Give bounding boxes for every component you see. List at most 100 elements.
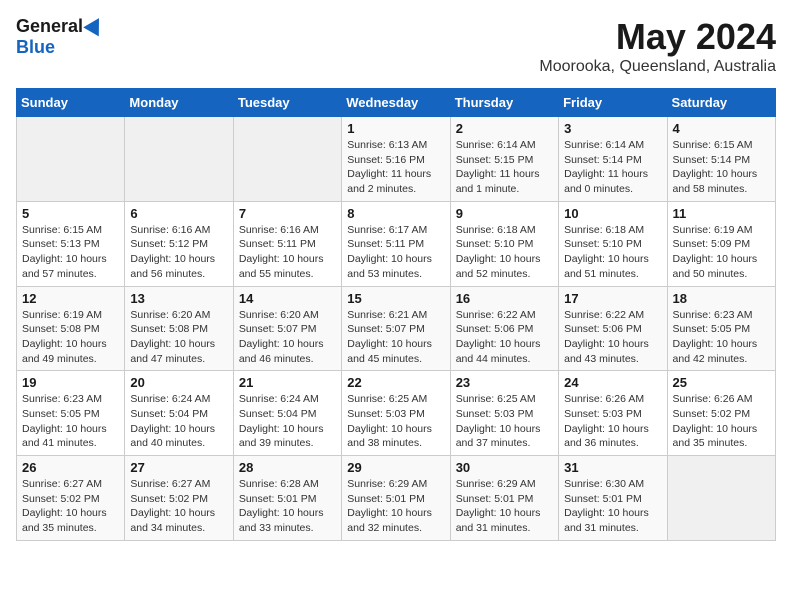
- calendar-day-cell: 13 Sunrise: 6:20 AM Sunset: 5:08 PM Dayli…: [125, 286, 233, 371]
- calendar-day-cell: [233, 117, 341, 202]
- day-number: 1: [347, 121, 444, 136]
- day-info: Sunrise: 6:23 AM Sunset: 5:05 PM Dayligh…: [22, 392, 119, 451]
- calendar-day-cell: 27 Sunrise: 6:27 AM Sunset: 5:02 PM Dayli…: [125, 456, 233, 541]
- day-info: Sunrise: 6:20 AM Sunset: 5:08 PM Dayligh…: [130, 308, 227, 367]
- day-info: Sunrise: 6:19 AM Sunset: 5:09 PM Dayligh…: [673, 223, 770, 282]
- day-info: Sunrise: 6:14 AM Sunset: 5:14 PM Dayligh…: [564, 138, 661, 197]
- calendar-day-cell: 22 Sunrise: 6:25 AM Sunset: 5:03 PM Dayli…: [342, 371, 450, 456]
- weekday-header: Tuesday: [233, 89, 341, 117]
- day-info: Sunrise: 6:27 AM Sunset: 5:02 PM Dayligh…: [22, 477, 119, 536]
- day-number: 14: [239, 291, 336, 306]
- calendar-day-cell: 28 Sunrise: 6:28 AM Sunset: 5:01 PM Dayli…: [233, 456, 341, 541]
- calendar-day-cell: 29 Sunrise: 6:29 AM Sunset: 5:01 PM Dayli…: [342, 456, 450, 541]
- day-number: 30: [456, 460, 553, 475]
- day-number: 25: [673, 375, 770, 390]
- calendar-day-cell: 1 Sunrise: 6:13 AM Sunset: 5:16 PM Daylig…: [342, 117, 450, 202]
- day-number: 28: [239, 460, 336, 475]
- day-info: Sunrise: 6:26 AM Sunset: 5:03 PM Dayligh…: [564, 392, 661, 451]
- day-number: 7: [239, 206, 336, 221]
- day-number: 29: [347, 460, 444, 475]
- day-info: Sunrise: 6:24 AM Sunset: 5:04 PM Dayligh…: [239, 392, 336, 451]
- day-number: 5: [22, 206, 119, 221]
- day-number: 22: [347, 375, 444, 390]
- day-info: Sunrise: 6:16 AM Sunset: 5:11 PM Dayligh…: [239, 223, 336, 282]
- calendar-week-row: 1 Sunrise: 6:13 AM Sunset: 5:16 PM Daylig…: [17, 117, 776, 202]
- calendar-day-cell: [125, 117, 233, 202]
- logo-general-text: General: [16, 16, 83, 37]
- calendar-day-cell: 4 Sunrise: 6:15 AM Sunset: 5:14 PM Daylig…: [667, 117, 775, 202]
- day-number: 13: [130, 291, 227, 306]
- calendar-day-cell: [17, 117, 125, 202]
- day-number: 27: [130, 460, 227, 475]
- weekday-header: Saturday: [667, 89, 775, 117]
- day-info: Sunrise: 6:27 AM Sunset: 5:02 PM Dayligh…: [130, 477, 227, 536]
- logo-blue-container: [83, 21, 104, 33]
- weekday-header: Sunday: [17, 89, 125, 117]
- day-number: 2: [456, 121, 553, 136]
- day-number: 19: [22, 375, 119, 390]
- day-number: 10: [564, 206, 661, 221]
- calendar-day-cell: 7 Sunrise: 6:16 AM Sunset: 5:11 PM Daylig…: [233, 201, 341, 286]
- calendar-week-row: 5 Sunrise: 6:15 AM Sunset: 5:13 PM Daylig…: [17, 201, 776, 286]
- calendar-day-cell: 21 Sunrise: 6:24 AM Sunset: 5:04 PM Dayli…: [233, 371, 341, 456]
- day-number: 18: [673, 291, 770, 306]
- title-section: May 2024 Moorooka, Queensland, Australia: [539, 16, 776, 76]
- calendar-day-cell: 19 Sunrise: 6:23 AM Sunset: 5:05 PM Dayli…: [17, 371, 125, 456]
- calendar-day-cell: 20Sunrise: 6:24 AM Sunset: 5:04 PM Dayli…: [125, 371, 233, 456]
- day-number: 20: [130, 375, 227, 390]
- day-info: Sunrise: 6:15 AM Sunset: 5:13 PM Dayligh…: [22, 223, 119, 282]
- page-header: General Blue May 2024 Moorooka, Queensla…: [16, 16, 776, 76]
- weekday-header: Wednesday: [342, 89, 450, 117]
- day-info: Sunrise: 6:20 AM Sunset: 5:07 PM Dayligh…: [239, 308, 336, 367]
- location-subtitle: Moorooka, Queensland, Australia: [539, 58, 776, 76]
- weekday-header: Monday: [125, 89, 233, 117]
- day-info: Sunrise: 6:26 AM Sunset: 5:02 PM Dayligh…: [673, 392, 770, 451]
- weekday-header: Thursday: [450, 89, 558, 117]
- calendar-day-cell: 3 Sunrise: 6:14 AM Sunset: 5:14 PM Daylig…: [559, 117, 667, 202]
- calendar-day-cell: 17Sunrise: 6:22 AM Sunset: 5:06 PM Dayli…: [559, 286, 667, 371]
- day-number: 31: [564, 460, 661, 475]
- day-info: Sunrise: 6:15 AM Sunset: 5:14 PM Dayligh…: [673, 138, 770, 197]
- calendar-day-cell: 31 Sunrise: 6:30 AM Sunset: 5:01 PM Dayli…: [559, 456, 667, 541]
- calendar-day-cell: 24Sunrise: 6:26 AM Sunset: 5:03 PM Dayli…: [559, 371, 667, 456]
- day-number: 21: [239, 375, 336, 390]
- day-info: Sunrise: 6:17 AM Sunset: 5:11 PM Dayligh…: [347, 223, 444, 282]
- day-info: Sunrise: 6:29 AM Sunset: 5:01 PM Dayligh…: [456, 477, 553, 536]
- day-number: 6: [130, 206, 227, 221]
- calendar-week-row: 12Sunrise: 6:19 AM Sunset: 5:08 PM Dayli…: [17, 286, 776, 371]
- calendar-day-cell: 6 Sunrise: 6:16 AM Sunset: 5:12 PM Daylig…: [125, 201, 233, 286]
- calendar-table: SundayMondayTuesdayWednesdayThursdayFrid…: [16, 88, 776, 541]
- day-info: Sunrise: 6:29 AM Sunset: 5:01 PM Dayligh…: [347, 477, 444, 536]
- weekday-header-row: SundayMondayTuesdayWednesdayThursdayFrid…: [17, 89, 776, 117]
- day-number: 26: [22, 460, 119, 475]
- day-number: 4: [673, 121, 770, 136]
- day-info: Sunrise: 6:16 AM Sunset: 5:12 PM Dayligh…: [130, 223, 227, 282]
- logo-blue-text: Blue: [16, 37, 55, 58]
- calendar-day-cell: 16 Sunrise: 6:22 AM Sunset: 5:06 PM Dayli…: [450, 286, 558, 371]
- calendar-body: 1 Sunrise: 6:13 AM Sunset: 5:16 PM Daylig…: [17, 117, 776, 541]
- calendar-day-cell: [667, 456, 775, 541]
- calendar-day-cell: 18Sunrise: 6:23 AM Sunset: 5:05 PM Dayli…: [667, 286, 775, 371]
- day-info: Sunrise: 6:18 AM Sunset: 5:10 PM Dayligh…: [564, 223, 661, 282]
- day-info: Sunrise: 6:30 AM Sunset: 5:01 PM Dayligh…: [564, 477, 661, 536]
- calendar-day-cell: 5 Sunrise: 6:15 AM Sunset: 5:13 PM Daylig…: [17, 201, 125, 286]
- day-number: 9: [456, 206, 553, 221]
- day-info: Sunrise: 6:13 AM Sunset: 5:16 PM Dayligh…: [347, 138, 444, 197]
- month-year-title: May 2024: [539, 16, 776, 58]
- calendar-day-cell: 9Sunrise: 6:18 AM Sunset: 5:10 PM Daylig…: [450, 201, 558, 286]
- day-info: Sunrise: 6:28 AM Sunset: 5:01 PM Dayligh…: [239, 477, 336, 536]
- day-number: 3: [564, 121, 661, 136]
- day-number: 11: [673, 206, 770, 221]
- calendar-day-cell: 2Sunrise: 6:14 AM Sunset: 5:15 PM Daylig…: [450, 117, 558, 202]
- calendar-day-cell: 15Sunrise: 6:21 AM Sunset: 5:07 PM Dayli…: [342, 286, 450, 371]
- day-info: Sunrise: 6:22 AM Sunset: 5:06 PM Dayligh…: [456, 308, 553, 367]
- day-number: 16: [456, 291, 553, 306]
- calendar-day-cell: 25 Sunrise: 6:26 AM Sunset: 5:02 PM Dayli…: [667, 371, 775, 456]
- calendar-day-cell: 30 Sunrise: 6:29 AM Sunset: 5:01 PM Dayli…: [450, 456, 558, 541]
- day-info: Sunrise: 6:25 AM Sunset: 5:03 PM Dayligh…: [347, 392, 444, 451]
- day-number: 15: [347, 291, 444, 306]
- calendar-day-cell: 23Sunrise: 6:25 AM Sunset: 5:03 PM Dayli…: [450, 371, 558, 456]
- calendar-day-cell: 8Sunrise: 6:17 AM Sunset: 5:11 PM Daylig…: [342, 201, 450, 286]
- calendar-day-cell: 11 Sunrise: 6:19 AM Sunset: 5:09 PM Dayli…: [667, 201, 775, 286]
- day-number: 17: [564, 291, 661, 306]
